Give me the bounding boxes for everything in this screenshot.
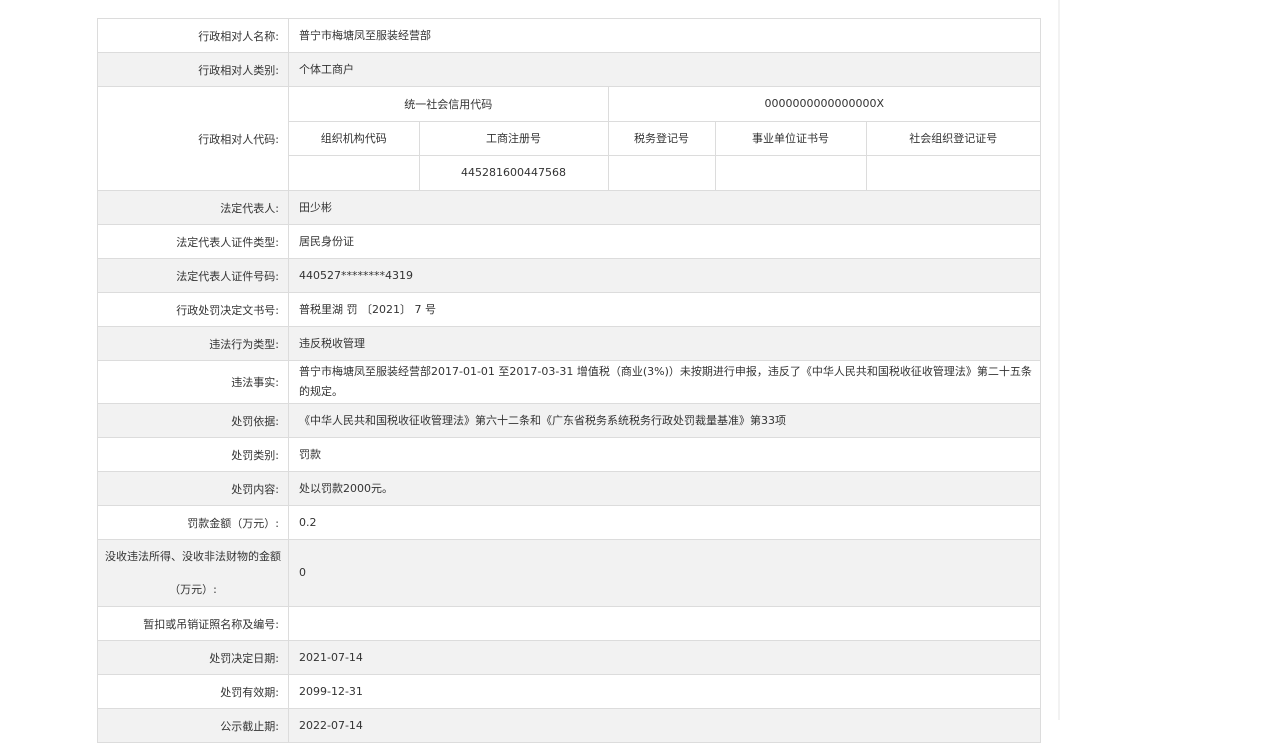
row-label: 行政相对人名称: xyxy=(97,18,289,53)
row-decision-date: 处罚决定日期: 2021-07-14 xyxy=(97,640,1041,675)
row-label: 处罚依据: xyxy=(97,403,289,438)
institution-cert-value xyxy=(714,154,867,190)
row-value: 普税里湖 罚 〔2021〕 7 号 xyxy=(288,292,1041,327)
row-value: 0 xyxy=(288,539,1041,607)
row-label: 没收违法所得、没收非法财物的金额（万元）: xyxy=(97,539,289,607)
row-penalty-basis: 处罚依据: 《中华人民共和国税收征收管理法》第六十二条和《广东省税务系统税务行政… xyxy=(97,403,1041,438)
row-value: 田少彬 xyxy=(288,190,1041,225)
row-decision-doc: 行政处罚决定文书号: 普税里湖 罚 〔2021〕 7 号 xyxy=(97,292,1041,327)
row-publicity-deadline: 公示截止期: 2022-07-14 xyxy=(97,708,1041,743)
institution-cert-header: 事业单位证书号 xyxy=(714,120,867,156)
right-divider xyxy=(1058,0,1060,720)
row-label: 法定代表人证件号码: xyxy=(97,258,289,293)
row-penalty-content: 处罚内容: 处以罚款2000元。 xyxy=(97,471,1041,506)
row-id-number: 法定代表人证件号码: 440527********4319 xyxy=(97,258,1041,293)
credit-code-label: 统一社会信用代码 xyxy=(289,87,609,122)
penalty-info-panel: 行政相对人名称: 普宁市梅塘凤至服装经营部 行政相对人类别: 个体工商户 行政相… xyxy=(97,18,1041,743)
penalty-info-table: 行政相对人名称: 普宁市梅塘凤至服装经营部 行政相对人类别: 个体工商户 行政相… xyxy=(97,18,1041,743)
row-label: 处罚有效期: xyxy=(97,674,289,709)
code-table: 统一社会信用代码 0000000000000000X 组织机构代码 工商注册号 … xyxy=(289,87,1040,190)
row-label: 处罚内容: xyxy=(97,471,289,506)
code-cell: 统一社会信用代码 0000000000000000X 组织机构代码 工商注册号 … xyxy=(288,86,1041,191)
row-value: 《中华人民共和国税收征收管理法》第六十二条和《广东省税务系统税务行政处罚裁量基准… xyxy=(288,403,1041,438)
row-label: 行政相对人类别: xyxy=(97,52,289,87)
row-validity: 处罚有效期: 2099-12-31 xyxy=(97,674,1041,709)
row-label: 暂扣或吊销证照名称及编号: xyxy=(97,606,289,641)
org-code-header: 组织机构代码 xyxy=(289,120,420,156)
row-license-suspension: 暂扣或吊销证照名称及编号: xyxy=(97,606,1041,641)
credit-code-value: 0000000000000000X xyxy=(607,87,1040,122)
row-label: 违法事实: xyxy=(97,360,289,404)
row-value: 2099-12-31 xyxy=(288,674,1041,709)
row-fine-amount: 罚款金额（万元）: 0.2 xyxy=(97,505,1041,540)
social-org-header: 社会组织登记证号 xyxy=(865,120,1040,156)
social-org-value xyxy=(865,154,1040,190)
row-value: 普宁市梅塘凤至服装经营部2017-01-01 至2017-03-31 增值税（商… xyxy=(288,360,1041,404)
tax-reg-value xyxy=(607,154,716,190)
row-value: 处以罚款2000元。 xyxy=(288,471,1041,506)
row-value: 普宁市梅塘凤至服装经营部 xyxy=(288,18,1041,53)
row-value xyxy=(288,606,1041,641)
row-confiscation-amount: 没收违法所得、没收非法财物的金额（万元）: 0 xyxy=(97,539,1041,607)
org-code-value xyxy=(289,154,420,190)
row-value: 0.2 xyxy=(288,505,1041,540)
row-label: 行政相对人代码: xyxy=(97,86,289,191)
row-label: 罚款金额（万元）: xyxy=(97,505,289,540)
row-value: 2022-07-14 xyxy=(288,708,1041,743)
row-legal-rep: 法定代表人: 田少彬 xyxy=(97,190,1041,225)
row-entity-type: 行政相对人类别: 个体工商户 xyxy=(97,52,1041,87)
row-label: 法定代表人证件类型: xyxy=(97,224,289,259)
row-label: 公示截止期: xyxy=(97,708,289,743)
row-id-type: 法定代表人证件类型: 居民身份证 xyxy=(97,224,1041,259)
row-label: 处罚决定日期: xyxy=(97,640,289,675)
row-violation-type: 违法行为类型: 违反税收管理 xyxy=(97,326,1041,361)
row-label: 违法行为类型: xyxy=(97,326,289,361)
row-violation-facts: 违法事实: 普宁市梅塘凤至服装经营部2017-01-01 至2017-03-31… xyxy=(97,360,1041,404)
row-value: 居民身份证 xyxy=(288,224,1041,259)
row-value: 违反税收管理 xyxy=(288,326,1041,361)
tax-reg-header: 税务登记号 xyxy=(607,120,716,156)
row-value: 个体工商户 xyxy=(288,52,1041,87)
row-label: 行政处罚决定文书号: xyxy=(97,292,289,327)
row-value: 2021-07-14 xyxy=(288,640,1041,675)
row-label: 处罚类别: xyxy=(97,437,289,472)
business-reg-header: 工商注册号 xyxy=(418,120,609,156)
row-entity-code: 行政相对人代码: 统一社会信用代码 0000000000000000X 组织机构… xyxy=(97,86,1041,191)
row-label: 法定代表人: xyxy=(97,190,289,225)
row-value: 440527********4319 xyxy=(288,258,1041,293)
row-entity-name: 行政相对人名称: 普宁市梅塘凤至服装经营部 xyxy=(97,18,1041,53)
business-reg-value: 445281600447568 xyxy=(418,154,609,190)
row-value: 罚款 xyxy=(288,437,1041,472)
row-penalty-category: 处罚类别: 罚款 xyxy=(97,437,1041,472)
